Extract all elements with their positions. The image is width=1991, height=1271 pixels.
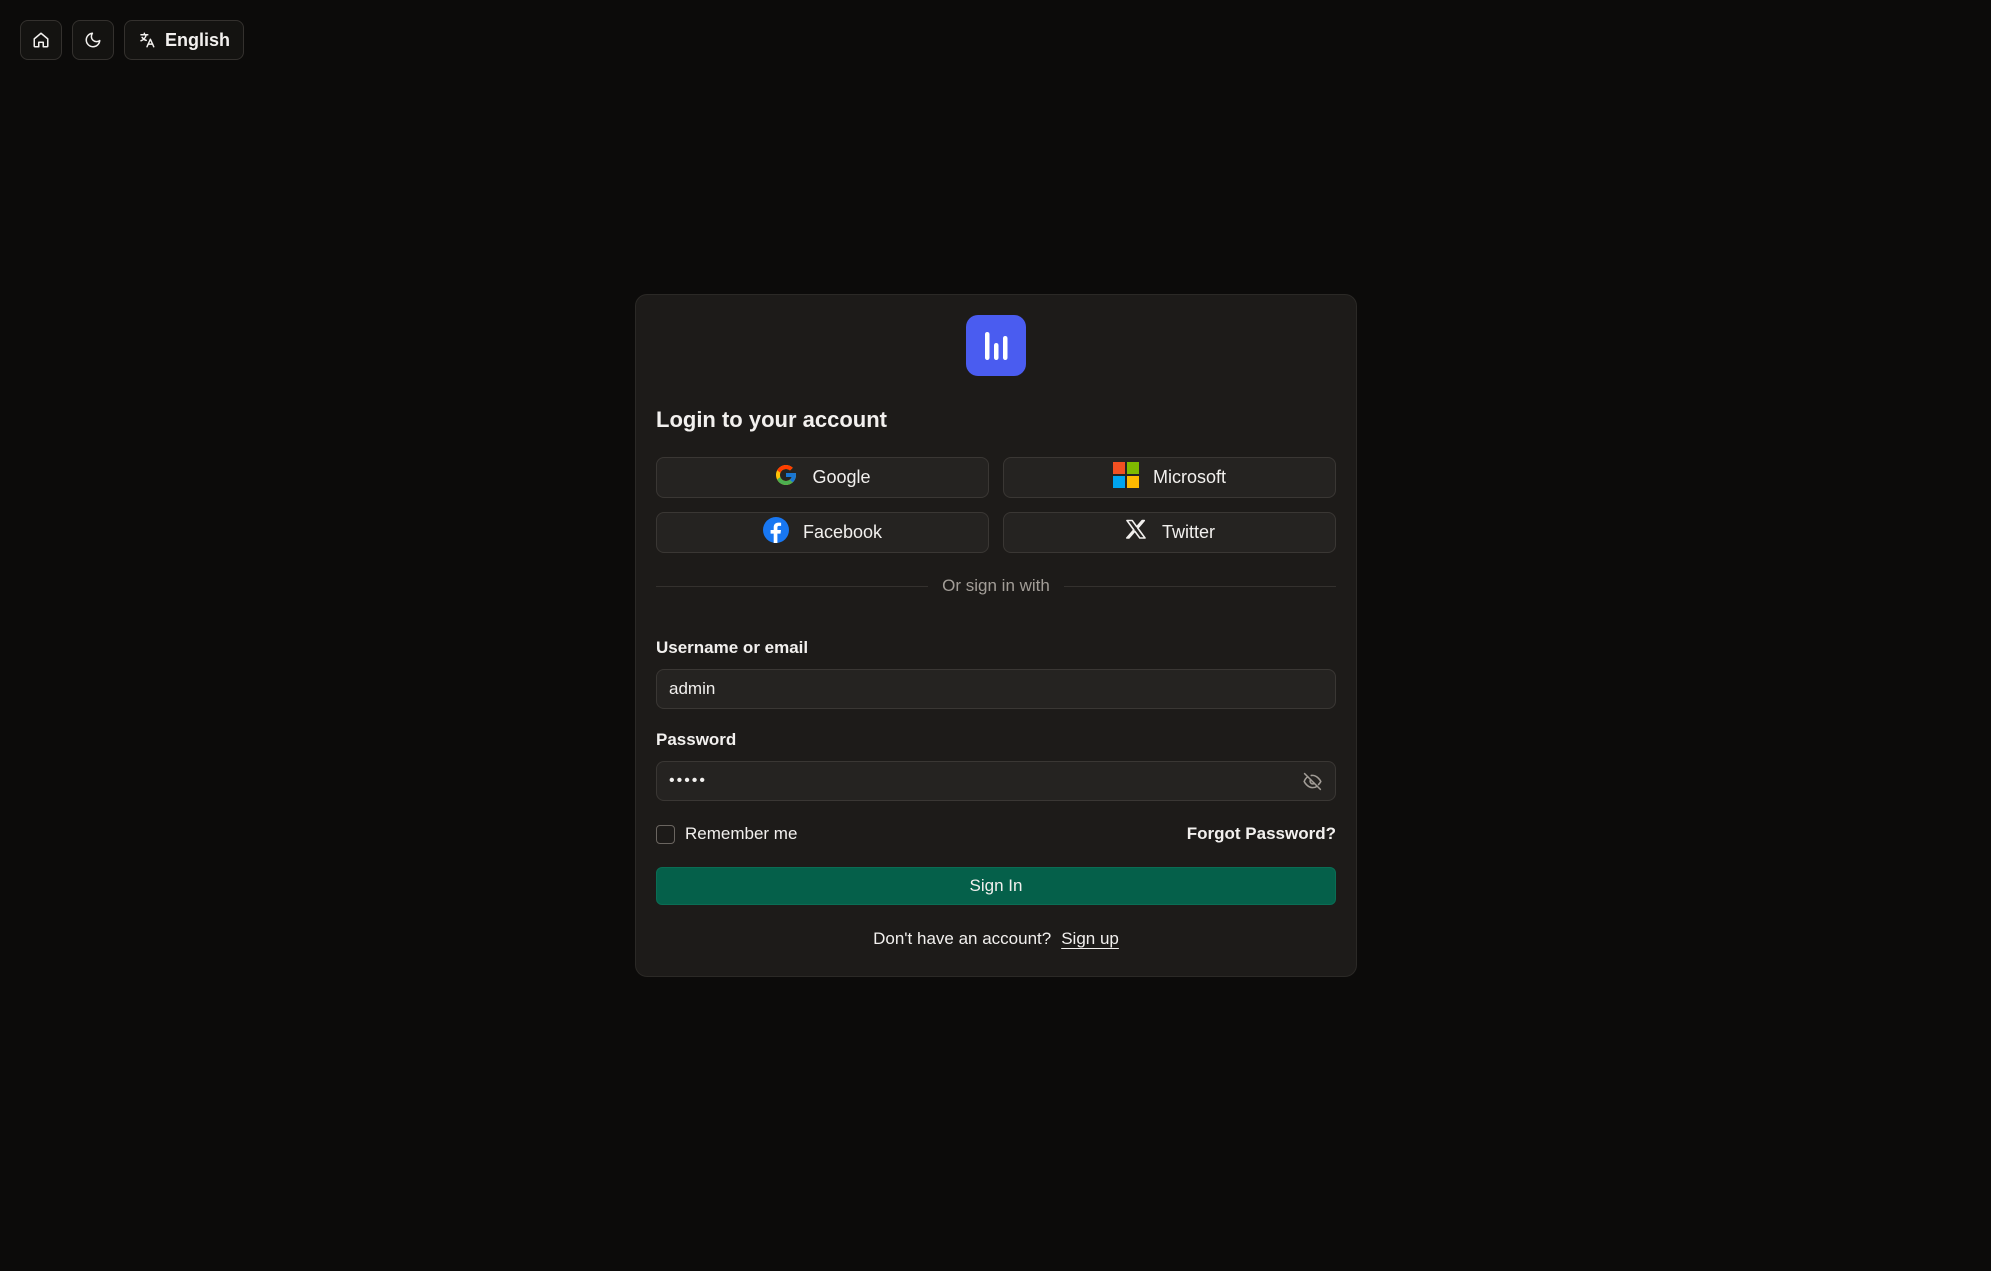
x-twitter-icon xyxy=(1124,518,1148,547)
divider-line-right xyxy=(1063,585,1337,587)
forgot-password-link[interactable]: Forgot Password? xyxy=(1187,824,1336,844)
microsoft-login-button[interactable]: Microsoft xyxy=(1003,457,1336,498)
language-button[interactable]: English xyxy=(124,20,245,60)
username-label: Username or email xyxy=(656,638,809,657)
twitter-label: Twitter xyxy=(1161,522,1215,542)
translate-icon xyxy=(138,31,156,49)
microsoft-label: Microsoft xyxy=(1152,467,1226,487)
card-title: Login to your account xyxy=(656,407,887,432)
username-input[interactable] xyxy=(669,679,1323,699)
password-input[interactable] xyxy=(669,772,1302,790)
facebook-icon xyxy=(762,517,789,548)
theme-toggle-button[interactable] xyxy=(72,20,114,60)
username-field-wrap xyxy=(656,669,1336,709)
top-toolbar: English xyxy=(20,20,245,60)
moon-icon xyxy=(84,31,102,49)
home-button[interactable] xyxy=(20,20,62,60)
sign-up-link[interactable]: Sign up xyxy=(1061,929,1119,949)
login-card: Login to your account Google Microsoft F… xyxy=(635,294,1357,977)
options-row: Remember me Forgot Password? xyxy=(656,823,1336,845)
signup-row: Don't have an account? Sign up xyxy=(656,929,1336,949)
remember-me[interactable]: Remember me xyxy=(656,824,797,844)
google-icon xyxy=(774,463,798,492)
divider: Or sign in with xyxy=(656,575,1337,597)
facebook-label: Facebook xyxy=(802,522,883,542)
password-label: Password xyxy=(656,730,737,749)
microsoft-icon xyxy=(1112,462,1139,493)
logo-wrap xyxy=(656,315,1336,376)
google-login-button[interactable]: Google xyxy=(656,457,989,498)
language-label: English xyxy=(165,29,231,50)
social-login-grid: Google Microsoft Facebook Twitter xyxy=(656,457,1336,553)
facebook-login-button[interactable]: Facebook xyxy=(656,512,989,553)
no-account-text: Don't have an account? xyxy=(873,929,1052,948)
google-label: Google xyxy=(812,467,871,487)
remember-checkbox[interactable] xyxy=(656,824,675,844)
password-field-wrap xyxy=(656,761,1336,801)
app-logo xyxy=(966,315,1026,376)
divider-line-left xyxy=(656,585,929,587)
divider-text: Or sign in with xyxy=(942,576,1050,595)
twitter-login-button[interactable]: Twitter xyxy=(1003,512,1336,553)
remember-label: Remember me xyxy=(685,824,798,843)
sign-in-button[interactable]: Sign In xyxy=(656,867,1336,905)
eye-off-icon[interactable] xyxy=(1302,771,1323,792)
home-icon xyxy=(32,31,50,49)
